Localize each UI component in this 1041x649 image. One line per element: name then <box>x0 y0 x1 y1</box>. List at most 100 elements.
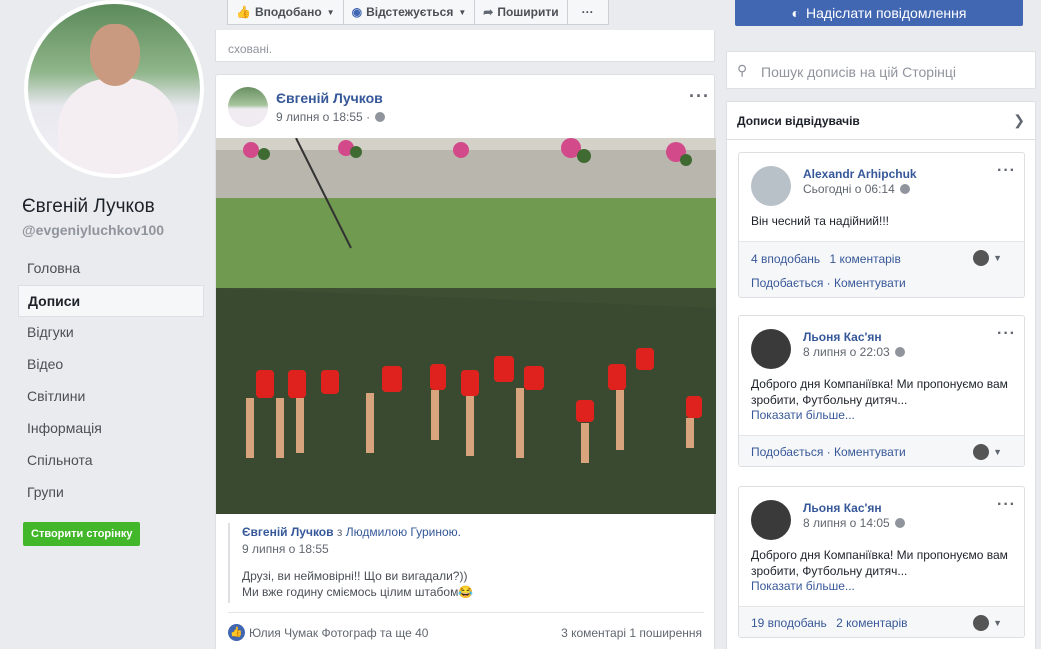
likes-count[interactable]: 4 вподобань <box>751 252 820 266</box>
nav-item-community[interactable]: Спільнота <box>18 445 204 477</box>
post-as-selector[interactable]: ▼ <box>973 615 1002 631</box>
feed-post: Євгеній Лучков 9 липня о 18:55 · ··· Євг… <box>215 74 716 649</box>
visitor-posts-title[interactable]: Дописи відвідувачів <box>737 114 860 128</box>
nav-item-groups[interactable]: Групи <box>18 477 204 509</box>
send-message-button[interactable]: ◐ Надіслати повідомлення <box>735 0 1023 26</box>
globe-icon <box>895 518 906 528</box>
comments-count[interactable]: 1 коментарів <box>829 252 900 266</box>
following-button[interactable]: ◉ Відстежується ▼ <box>344 0 476 24</box>
visitor-post: Льоня Кас'ян 8 липня о 14:05 ··· Доброго… <box>738 486 1025 638</box>
hidden-note-text: сховані. <box>228 42 273 56</box>
share-label: Поширити <box>497 5 559 19</box>
share-arrow-icon: ➦ <box>483 5 494 19</box>
reactions-text: Юлия Чумак Фотограф та ще 40 <box>249 625 429 640</box>
visitor-post-stats: 4 вподобань 1 коментарів <box>751 252 907 266</box>
likes-count[interactable]: 19 вподобань <box>751 616 827 630</box>
visitor-post-actions[interactable]: Подобається · Коментувати <box>751 276 906 290</box>
page-nav: Головна Дописи Відгуки Відео Світлини Ін… <box>18 253 204 509</box>
page-handle[interactable]: @evgeniyluchkov100 <box>22 222 164 238</box>
reactions-summary[interactable]: 👍 Юлия Чумак Фотограф та ще 40 <box>228 624 428 641</box>
post-divider <box>228 612 704 613</box>
chevron-down-icon: ▼ <box>993 253 1002 263</box>
post-options-icon[interactable]: ··· <box>689 87 710 105</box>
visitor-name[interactable]: Льоня Кас'ян <box>803 330 882 344</box>
visitor-post-options-icon[interactable]: ··· <box>997 497 1016 513</box>
visitor-post: Льоня Кас'ян 8 липня о 22:03 ··· Доброго… <box>738 315 1025 467</box>
more-button[interactable]: ··· <box>568 0 608 24</box>
visitor-post-options-icon[interactable]: ··· <box>997 326 1016 342</box>
visitor-posts-panel: Дописи відвідувачів ❯ Alexandr Arhipchuk… <box>726 101 1036 649</box>
chevron-down-icon: ▼ <box>326 7 335 17</box>
chevron-right-icon[interactable]: ❯ <box>1013 112 1025 129</box>
messenger-icon: ◐ <box>791 5 800 21</box>
visitor-post-footer: 19 вподобань 2 коментарів ▼ <box>739 606 1024 637</box>
post-photo[interactable] <box>216 138 716 514</box>
shared-post-timestamp[interactable]: 9 липня о 18:55 <box>242 542 329 556</box>
visitor-time-text: 8 липня о 14:05 <box>803 516 890 530</box>
search-icon: ⚲ <box>737 62 748 78</box>
comments-shares-count[interactable]: 3 коментарі 1 поширення <box>561 626 702 640</box>
visitor-post-actions[interactable]: Подобається · Коментувати <box>751 445 906 459</box>
tagged-person-link[interactable]: Людмилою Гуриною. <box>346 525 461 539</box>
comments-count[interactable]: 2 коментарів <box>836 616 907 630</box>
visitor-avatar[interactable] <box>751 166 791 206</box>
globe-icon <box>900 184 911 194</box>
page-action-bar: 👍 Вподобано ▼ ◉ Відстежується ▼ ➦ Пошири… <box>227 0 609 25</box>
liked-button[interactable]: 👍 Вподобано ▼ <box>228 0 344 24</box>
nav-item-home[interactable]: Головна <box>18 253 204 285</box>
visitor-avatar[interactable] <box>751 329 791 369</box>
post-as-selector[interactable]: ▼ <box>973 444 1002 460</box>
hidden-posts-note: сховані. <box>215 30 715 62</box>
visitor-post-time[interactable]: 8 липня о 14:05 <box>803 516 906 530</box>
shared-post-text: Друзі, ви неймовірні!! Що ви вигадали?))… <box>242 568 473 600</box>
create-page-button[interactable]: Створити сторінку <box>23 522 141 546</box>
profile-picture[interactable] <box>24 0 204 178</box>
nav-item-videos[interactable]: Відео <box>18 349 204 381</box>
chevron-down-icon: ▼ <box>993 447 1002 457</box>
post-time-text: 9 липня о 18:55 <box>276 110 363 124</box>
visitor-post-text: Доброго дня Компаніївка! Ми пропонуємо в… <box>751 548 1008 578</box>
show-more-link[interactable]: Показати більше... <box>751 408 855 422</box>
page-post-search[interactable]: ⚲ Пошук дописів на цій Сторінці <box>726 51 1036 89</box>
globe-icon <box>895 347 906 357</box>
shared-post-header: Євгеній Лучков з Людмилою Гуриною. <box>242 525 461 539</box>
avatar <box>973 250 990 266</box>
shared-author-name[interactable]: Євгеній Лучков <box>242 525 334 539</box>
avatar <box>973 444 990 460</box>
visitor-post-time[interactable]: 8 липня о 22:03 <box>803 345 906 359</box>
post-author-name[interactable]: Євгеній Лучков <box>276 90 383 106</box>
visitor-post-footer: 4 вподобань 1 коментарів ▼ Подобається ·… <box>739 241 1024 297</box>
search-input[interactable]: Пошук дописів на цій Сторінці <box>761 64 956 80</box>
visitor-post: Alexandr Arhipchuk Сьогодні о 06:14 ··· … <box>738 152 1025 298</box>
thumbs-up-icon: 👍 <box>236 5 251 19</box>
visitor-post-options-icon[interactable]: ··· <box>997 163 1016 179</box>
following-label: Відстежується <box>366 5 454 19</box>
share-button[interactable]: ➦ Поширити <box>475 0 568 24</box>
nav-item-photos[interactable]: Світлини <box>18 381 204 413</box>
nav-item-posts[interactable]: Дописи <box>18 285 204 317</box>
visitor-name[interactable]: Льоня Кас'ян <box>803 501 882 515</box>
send-message-label: Надіслати повідомлення <box>806 5 967 21</box>
left-sidebar: Євгеній Лучков @evgeniyluchkov100 Головн… <box>0 0 215 649</box>
more-dots-icon: ··· <box>581 5 594 19</box>
panel-divider <box>727 139 1035 140</box>
liked-label: Вподобано <box>254 5 322 19</box>
globe-icon <box>375 112 386 122</box>
visitor-time-text: Сьогодні о 06:14 <box>803 182 895 196</box>
post-text-line-1: Друзі, ви неймовірні!! Що ви вигадали?)) <box>242 569 468 583</box>
post-text-line-2: Ми вже годину сміємось цілим штабом😂 <box>242 585 474 599</box>
post-author-avatar[interactable] <box>228 87 268 127</box>
visitor-name[interactable]: Alexandr Arhipchuk <box>803 167 917 181</box>
visitor-post-text: Він чесний та надійний!!! <box>751 214 889 228</box>
visitor-post-time[interactable]: Сьогодні о 06:14 <box>803 182 911 196</box>
nav-item-about[interactable]: Інформація <box>18 413 204 445</box>
shared-post-block: Євгеній Лучков з Людмилою Гуриною. 9 лип… <box>228 523 704 603</box>
post-as-selector[interactable]: ▼ <box>973 250 1002 266</box>
visitor-avatar[interactable] <box>751 500 791 540</box>
page-title[interactable]: Євгеній Лучков <box>22 196 155 218</box>
show-more-link[interactable]: Показати більше... <box>751 579 855 593</box>
nav-item-reviews[interactable]: Відгуки <box>18 317 204 349</box>
post-timestamp[interactable]: 9 липня о 18:55 · <box>276 110 386 124</box>
visitor-post-footer: ▼ Подобається · Коментувати <box>739 435 1024 466</box>
photo-group-lying-on-grass <box>216 138 716 514</box>
